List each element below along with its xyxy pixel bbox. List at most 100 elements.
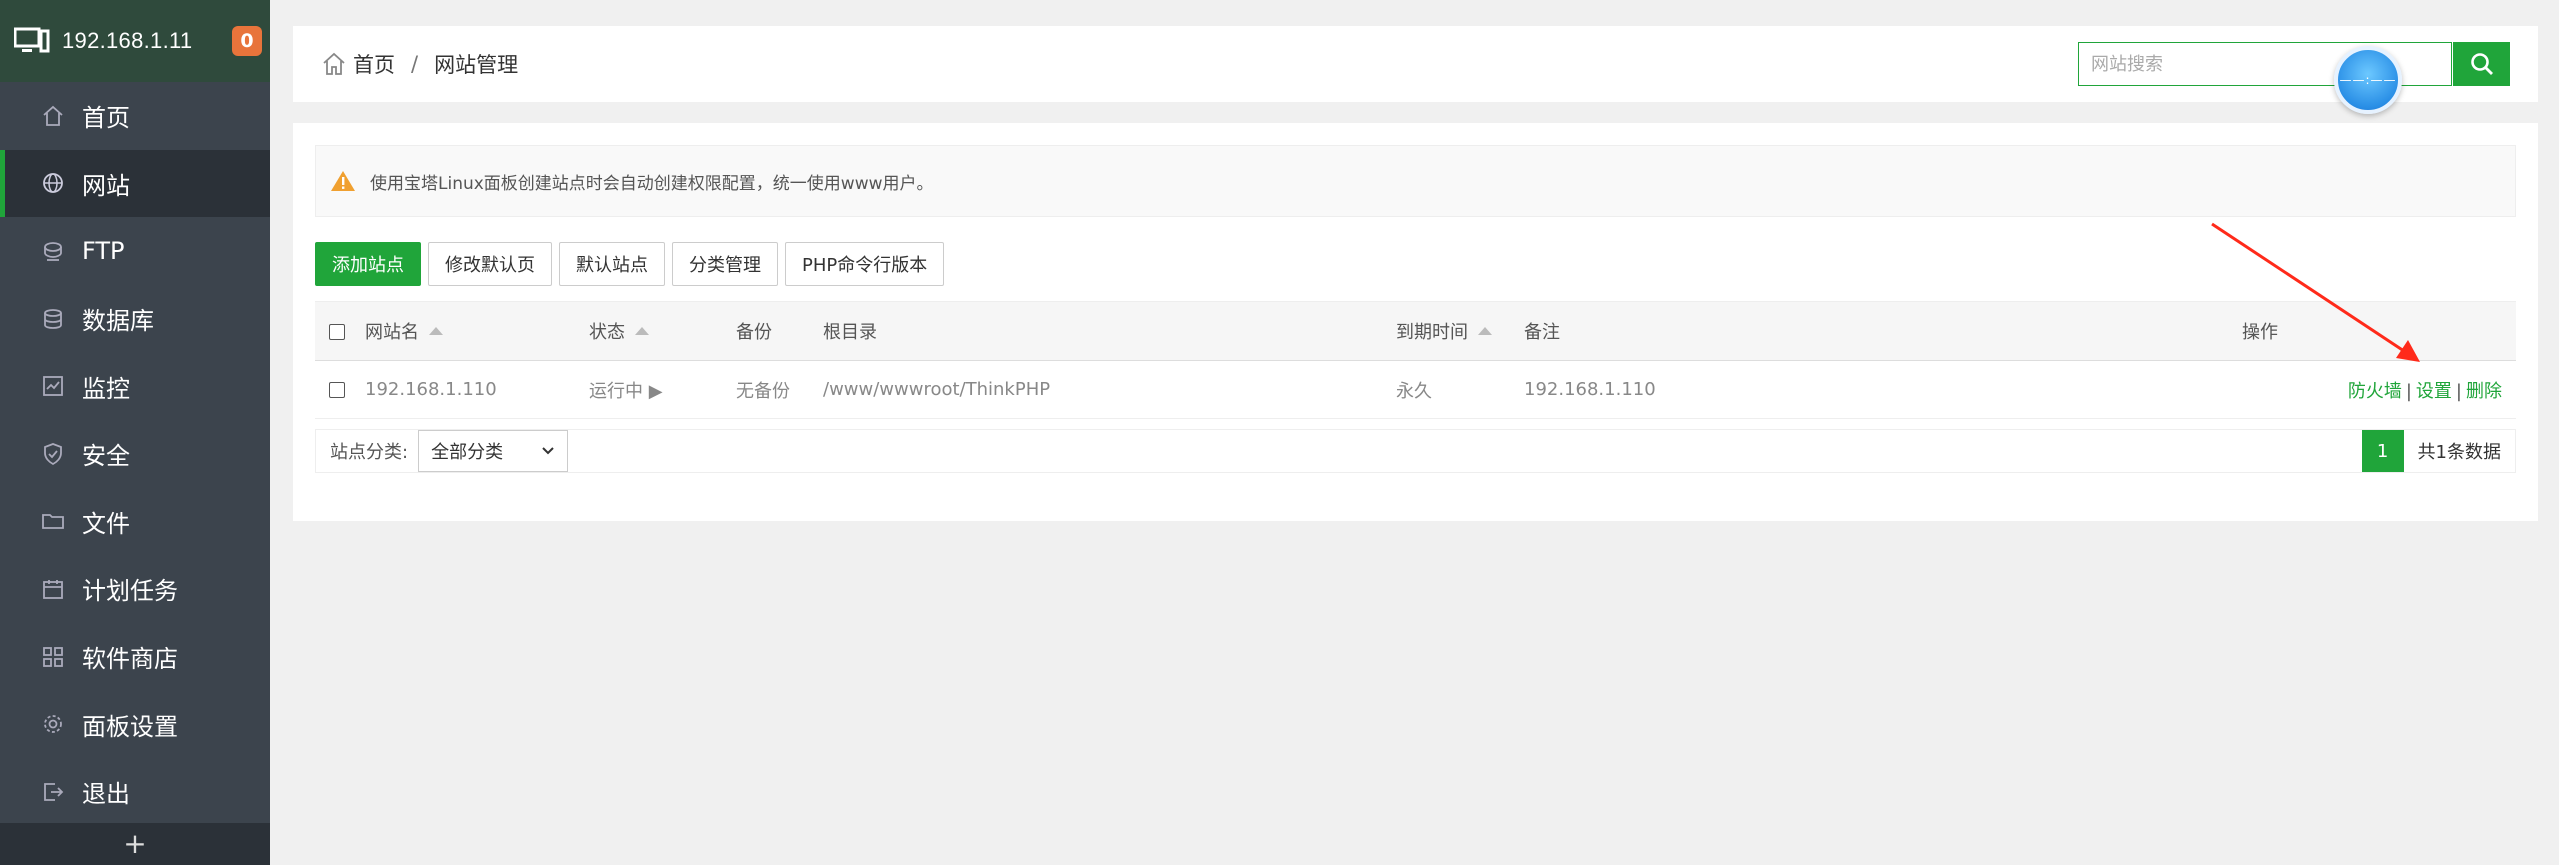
delete-link[interactable]: 删除 — [2466, 381, 2502, 402]
sidebar-add-button[interactable]: + — [0, 823, 270, 865]
action-divider: | — [2455, 380, 2462, 402]
settings-link[interactable]: 设置 — [2416, 381, 2452, 402]
header-label: 根目录 — [823, 322, 877, 343]
alert-text: 使用宝塔Linux面板创建站点时会自动创建权限配置，统一使用www用户。 — [370, 173, 934, 194]
breadcrumb-current: 网站管理 — [434, 53, 519, 77]
sidebar-item-database[interactable]: 数据库 — [0, 285, 270, 353]
notification-badge[interactable]: 0 — [232, 26, 262, 56]
header-label: 备注 — [1524, 322, 1560, 343]
breadcrumb-separator: / — [411, 52, 419, 76]
sites-table: 网站名 状态 备份 根目录 到期时间 备注 操作 192.168.1.110 运… — [315, 301, 2516, 419]
header-name[interactable]: 网站名 — [365, 301, 589, 361]
table-row: 192.168.1.110 运行中 ▶ 无备份 /www/wwwroot/Thi… — [315, 360, 2516, 419]
site-remark[interactable]: 192.168.1.110 — [1524, 360, 2242, 419]
edit-default-page-button[interactable]: 修改默认页 — [428, 242, 552, 286]
sort-icon[interactable] — [1478, 327, 1492, 335]
sort-icon[interactable] — [635, 327, 649, 335]
firewall-link[interactable]: 防火墙 — [2348, 381, 2402, 402]
sidebar-nav: 首页 网站 FTP 数据库 监控 安全 文件 计划任务 软件商店 面板设置 退出 — [0, 82, 270, 826]
annotation-arrow — [2211, 222, 2420, 362]
sidebar-item-label: 退出 — [82, 780, 130, 809]
sidebar-item-security[interactable]: 安全 — [0, 420, 270, 488]
header-backup: 备份 — [736, 301, 823, 361]
sidebar-item-label: 软件商店 — [82, 645, 178, 674]
category-label: 站点分类: — [330, 442, 409, 463]
sidebar-item-label: 计划任务 — [82, 577, 178, 606]
chevron-down-icon — [542, 447, 554, 455]
toolbar: 添加站点 修改默认页 默认站点 分类管理 PHP命令行版本 — [315, 242, 945, 286]
sidebar-item-ftp[interactable]: FTP — [0, 217, 270, 285]
sidebar-header[interactable]: 192.168.1.11 0 — [0, 0, 270, 82]
server-ip: 192.168.1.11 — [62, 28, 193, 53]
header-label: 状态 — [589, 322, 625, 343]
sidebar-item-store[interactable]: 软件商店 — [0, 623, 270, 691]
floating-widget[interactable]: ——:—— — [2334, 46, 2402, 114]
sidebar-item-settings[interactable]: 面板设置 — [0, 690, 270, 758]
header-label: 网站名 — [365, 322, 419, 343]
sidebar-item-label: 面板设置 — [82, 712, 178, 741]
gear-icon — [40, 711, 66, 737]
shield-icon — [40, 441, 66, 467]
search-icon — [2470, 53, 2493, 75]
logout-icon — [40, 779, 66, 805]
sidebar-item-monitor[interactable]: 监控 — [0, 352, 270, 420]
calendar-icon — [40, 576, 66, 602]
home-icon — [40, 103, 66, 129]
breadcrumb: 首页 / 网站管理 — [321, 49, 518, 79]
database-icon — [40, 306, 66, 332]
sidebar-item-label: 文件 — [82, 509, 130, 538]
category-select[interactable]: 全部分类 — [418, 430, 569, 472]
sidebar: 192.168.1.11 0 首页 网站 FTP 数据库 监控 安全 文件 计划… — [0, 0, 270, 865]
row-checkbox[interactable] — [329, 382, 345, 398]
add-site-button[interactable]: 添加站点 — [315, 242, 421, 286]
site-root-link[interactable]: /www/wwwroot/ThinkPHP — [823, 360, 1396, 419]
sidebar-item-label: FTP — [82, 236, 125, 265]
sidebar-item-logout[interactable]: 退出 — [0, 758, 270, 826]
total-count: 共1条数据 — [2417, 442, 2501, 463]
sidebar-item-cron[interactable]: 计划任务 — [0, 555, 270, 623]
sidebar-item-label: 网站 — [82, 171, 130, 200]
sort-icon[interactable] — [429, 327, 443, 335]
monitor-chart-icon — [40, 373, 66, 399]
table-footer: 站点分类: 全部分类 1 共1条数据 — [315, 429, 2516, 473]
info-alert: 使用宝塔Linux面板创建站点时会自动创建权限配置，统一使用www用户。 — [315, 145, 2516, 217]
header-select-all — [315, 301, 365, 361]
site-name-link[interactable]: 192.168.1.110 — [365, 360, 589, 419]
header-label: 备份 — [736, 322, 772, 343]
site-backup[interactable]: 无备份 — [736, 360, 823, 419]
php-cli-version-button[interactable]: PHP命令行版本 — [785, 242, 945, 286]
category-select-value: 全部分类 — [431, 442, 504, 463]
header-expire[interactable]: 到期时间 — [1396, 301, 1524, 361]
header-remark: 备注 — [1524, 301, 2242, 361]
action-divider: | — [2405, 380, 2412, 402]
breadcrumb-bar: 首页 / 网站管理 — [293, 26, 2538, 102]
sidebar-item-files[interactable]: 文件 — [0, 488, 270, 556]
header-label: 到期时间 — [1396, 322, 1468, 343]
breadcrumb-home[interactable]: 首页 — [353, 49, 395, 79]
sidebar-item-label: 安全 — [82, 442, 130, 471]
home-icon[interactable] — [321, 51, 347, 77]
category-manage-button[interactable]: 分类管理 — [672, 242, 778, 286]
sidebar-item-home[interactable]: 首页 — [0, 82, 270, 150]
header-root: 根目录 — [823, 301, 1396, 361]
ftp-icon — [40, 238, 66, 264]
row-select-cell — [315, 360, 365, 419]
folder-icon — [40, 508, 66, 534]
sidebar-item-label: 首页 — [82, 104, 130, 133]
default-site-button[interactable]: 默认站点 — [559, 242, 665, 286]
table-header-row: 网站名 状态 备份 根目录 到期时间 备注 操作 — [315, 301, 2516, 361]
apps-icon — [40, 644, 66, 670]
site-expire[interactable]: 永久 — [1396, 360, 1524, 419]
sidebar-item-label: 数据库 — [82, 307, 154, 336]
site-status[interactable]: 运行中 ▶ — [589, 360, 736, 419]
header-status[interactable]: 状态 — [589, 301, 736, 361]
monitor-icon — [14, 27, 50, 53]
select-all-checkbox[interactable] — [329, 323, 345, 340]
sidebar-item-label: 监控 — [82, 374, 130, 403]
pagination: 1 共1条数据 — [2361, 430, 2515, 472]
warning-icon — [331, 171, 355, 191]
sidebar-item-website[interactable]: 网站 — [0, 149, 270, 218]
page-button[interactable]: 1 — [2361, 430, 2404, 472]
search-button[interactable] — [2453, 42, 2510, 86]
globe-icon — [40, 170, 66, 196]
